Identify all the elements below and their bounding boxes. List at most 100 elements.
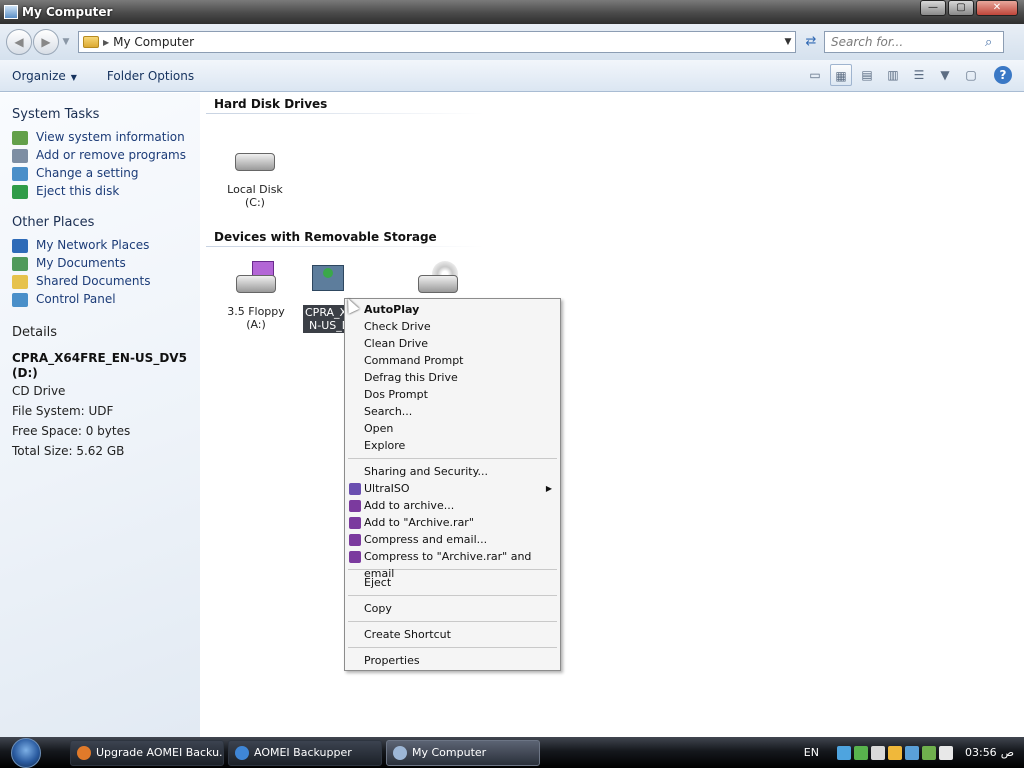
view-details-icon[interactable]: ☰ [908,64,930,86]
view-tiles-icon[interactable]: ▦ [830,64,852,86]
tray-icon[interactable] [870,745,885,760]
menu-item[interactable]: Explore [345,437,560,454]
taskbar-button-aomei[interactable]: AOMEI Backupper [228,739,382,766]
task-link[interactable]: Change a setting [12,166,188,181]
menu-item-label: Defrag this Drive [364,371,458,384]
menu-item[interactable]: Defrag this Drive [345,369,560,386]
firefox-icon [77,745,91,760]
menu-item[interactable]: Clean Drive [345,335,560,352]
tray-icon[interactable] [853,745,868,760]
control-panel-icon [12,293,28,307]
system-tray: EN 03:56 ص [804,737,1014,768]
menu-item[interactable]: Copy [345,600,560,617]
menu-item[interactable]: Eject [345,574,560,591]
address-dropdown-icon[interactable]: ▼ [781,37,795,47]
menu-separator [348,595,557,596]
menu-item[interactable]: Properties [345,652,560,669]
group-hard-disk-drives[interactable]: Hard Disk Drives [214,97,327,111]
tray-icon[interactable] [938,745,953,760]
view-list-icon[interactable]: ▥ [882,64,904,86]
task-link[interactable]: Shared Documents [12,274,188,289]
address-bar[interactable]: ▶ My Computer ▼ [78,31,796,53]
drive-label: 3.5 Floppy (A:) [227,305,285,331]
menu-item[interactable]: Add to "Archive.rar" [345,514,560,531]
menu-item[interactable]: Dos Prompt [345,386,560,403]
folder-options-button[interactable]: Folder Options [107,69,194,83]
breadcrumb[interactable]: My Computer [113,35,781,49]
drive-local-disk[interactable]: Local Disk (C:) [220,139,290,209]
dvd-drive-icon [414,261,462,299]
maximize-button[interactable]: ▢ [948,0,974,16]
group-removable-storage[interactable]: Devices with Removable Storage [214,230,437,244]
back-button[interactable]: ◀ [6,29,32,55]
view-icons-icon[interactable]: ▤ [856,64,878,86]
language-indicator[interactable]: EN [804,746,819,759]
system-tasks-title[interactable]: System Tasks [12,107,188,122]
task-link[interactable]: Eject this disk [12,184,188,199]
help-icon[interactable]: ? [994,66,1012,84]
window-title: My Computer [22,5,113,19]
menu-item[interactable]: Compress to "Archive.rar" and email [345,548,560,580]
task-link[interactable]: My Documents [12,256,188,271]
menu-item[interactable]: Check Drive [345,318,560,335]
winrar-icon [349,551,361,563]
menu-item[interactable]: Open [345,420,560,437]
network-icon [12,239,28,253]
tray-icon[interactable] [904,745,919,760]
other-places-title[interactable]: Other Places [12,215,188,230]
menu-item[interactable]: Sharing and Security... [345,463,560,480]
menu-item[interactable]: UltraISO ▶ [345,480,560,497]
refresh-icon[interactable]: ⇄ [800,31,822,53]
menu-item[interactable]: Add to archive... [345,497,560,514]
file-view: Hard Disk Drives Local Disk (C:) Devices… [200,93,1024,737]
preview-pane-icon[interactable]: ▢ [960,64,982,86]
details-section: Details CPRA_X64FRE_EN-US_DV5 (D:) CD Dr… [12,323,188,461]
computer-icon [4,5,18,19]
details-free-space: Free Space: 0 bytes [12,424,131,438]
task-link[interactable]: Control Panel [12,292,188,307]
forward-button[interactable]: ▶ [33,29,59,55]
menu-item[interactable]: Compress and email... [345,531,560,548]
task-pane: System Tasks View system information Add … [0,93,200,737]
taskbar-button-firefox[interactable]: Upgrade AOMEI Backu... [70,739,224,766]
menu-item[interactable]: Create Shortcut [345,626,560,643]
search-input[interactable]: Search for... ⌕ [824,31,1004,53]
menu-item-label: AutoPlay [364,303,420,316]
menu-item-label: Clean Drive [364,337,429,350]
tray-icon[interactable] [887,745,902,760]
system-tasks-list: View system information Add or remove pro… [12,130,188,199]
drive-floppy[interactable]: 3.5 Floppy (A:) [218,261,294,331]
address-row: ◀ ▶ ▼ ▶ My Computer ▼ ⇄ Search for... ⌕ [0,24,1024,60]
search-icon[interactable]: ⌕ [985,35,1003,50]
close-button[interactable]: ✕ [976,0,1018,16]
aomei-icon [235,745,249,760]
breadcrumb-chevron-icon[interactable]: ▶ [103,38,109,47]
task-label: Change a setting [36,166,139,180]
menu-item[interactable]: Command Prompt [345,352,560,369]
details-title[interactable]: Details [12,323,188,343]
task-link[interactable]: Add or remove programs [12,148,188,163]
menu-item[interactable]: AutoPlay [345,301,560,318]
context-menu: AutoPlay Check Drive Clean Drive Command Pr… [344,298,561,671]
submenu-arrow-icon: ▶ [545,484,552,493]
group-divider [206,246,484,247]
taskbar-button-my-computer[interactable]: My Computer [386,739,540,766]
start-button[interactable] [6,737,46,768]
views-dropdown-icon[interactable]: ▼ [934,64,956,86]
view-thumbnails-icon[interactable]: ▭ [804,64,826,86]
floppy-drive-icon [232,261,280,299]
minimize-button[interactable]: — [920,0,946,16]
menu-item-label: Command Prompt [364,354,464,367]
recent-pages-dropdown[interactable]: ▼ [60,37,72,47]
clock[interactable]: 03:56 [965,746,997,759]
menu-item[interactable]: Search... [345,403,560,420]
tray-icons [836,745,953,760]
window-controls: — ▢ ✕ [920,0,1018,16]
task-link[interactable]: View system information [12,130,188,145]
task-label: View system information [36,130,185,144]
tray-icon[interactable] [921,745,936,760]
task-link[interactable]: My Network Places [12,238,188,253]
tray-icon[interactable] [836,745,851,760]
menu-item-label: Properties [364,654,420,667]
organize-button[interactable]: Organize ▼ [12,69,77,83]
